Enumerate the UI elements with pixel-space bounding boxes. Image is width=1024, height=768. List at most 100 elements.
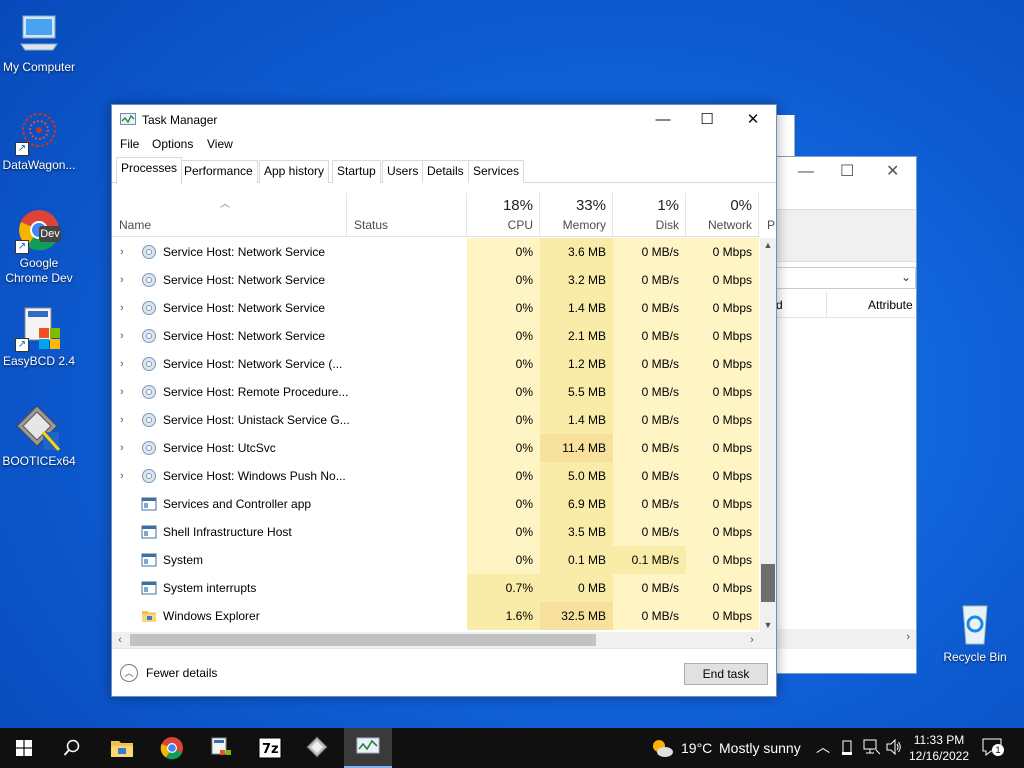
windows-logo-icon	[16, 740, 32, 756]
process-row[interactable]: Windows Explorer 1.6% 32.5 MB 0 MB/s 0 Mbps	[112, 602, 760, 630]
column-header-memory[interactable]: 33% Memory	[540, 193, 613, 237]
desktop-icon-my-computer[interactable]: My Computer	[0, 10, 78, 75]
horizontal-scroll-thumb[interactable]	[130, 634, 596, 646]
shortcut-arrow-icon: ↗	[15, 142, 29, 156]
scroll-down-icon[interactable]: ▼	[760, 620, 776, 630]
process-row[interactable]: › Service Host: Windows Push No... 0% 5.0 M…	[112, 462, 760, 490]
process-network-cell: 0 Mbps	[686, 266, 759, 294]
tab-app-history[interactable]: App history	[259, 160, 330, 183]
desktop-icon-bootice[interactable]: BOOTICEx64	[0, 404, 78, 469]
tab-performance[interactable]: Performance	[179, 160, 258, 183]
minimize-button[interactable]: —	[640, 105, 686, 135]
process-row[interactable]: Shell Infrastructure Host 0% 3.5 MB 0 MB/s 0…	[112, 518, 760, 546]
scrollbar-corner	[760, 632, 776, 648]
maximize-button[interactable]: ☐	[684, 105, 730, 135]
tab-processes[interactable]: Processes	[116, 157, 183, 184]
expand-chevron-icon[interactable]: ›	[120, 294, 124, 322]
column-header-partial[interactable]: P	[759, 193, 775, 237]
notification-center-button[interactable]: 1	[982, 738, 1004, 757]
process-row[interactable]: › Service Host: UtcSvc 0% 11.4 MB 0 MB/s 0 Mb…	[112, 434, 760, 462]
tab-startup[interactable]: Startup	[332, 160, 381, 183]
search-button[interactable]	[48, 728, 96, 768]
start-button[interactable]	[0, 728, 48, 768]
close-icon[interactable]: ✕	[886, 161, 899, 181]
expand-chevron-icon[interactable]: ›	[120, 238, 124, 266]
scroll-right-icon[interactable]: ›	[744, 632, 760, 648]
scroll-up-icon[interactable]: ▲	[760, 240, 776, 250]
process-disk-cell: 0 MB/s	[613, 462, 686, 490]
desktop-icon-datawagon[interactable]: ↗ DataWagon...	[0, 108, 78, 173]
menu-options[interactable]: Options	[152, 137, 193, 151]
desktop-icon-easybcd[interactable]: ↗ EasyBCD 2.4	[0, 304, 78, 369]
process-row[interactable]: › Service Host: Network Service 0% 1.4 MB 0 …	[112, 294, 760, 322]
window-title: Task Manager	[142, 113, 218, 127]
process-row[interactable]: › Service Host: Remote Procedure... 0% 5.5 …	[112, 378, 760, 406]
expand-chevron-icon[interactable]: ›	[120, 462, 124, 490]
process-memory-cell: 11.4 MB	[540, 434, 613, 462]
process-network-cell: 0 Mbps	[686, 378, 759, 406]
desktop-icon-chrome-dev[interactable]: Dev ↗ Google Chrome Dev	[0, 206, 78, 286]
task-manager-window[interactable]: Task Manager — ☐ ✕ File Options View Pro…	[111, 104, 777, 697]
maximize-icon[interactable]: ☐	[840, 161, 854, 181]
taskbar: 7z 19°C Mostly sunny ︿ 11:33 PM 12/16/20…	[0, 728, 1024, 768]
memory-total: 33%	[575, 197, 606, 214]
vertical-scrollbar[interactable]: ▲ ▼	[760, 238, 776, 632]
scroll-left-icon[interactable]: ‹	[112, 632, 128, 648]
vertical-scroll-thumb[interactable]	[761, 564, 775, 602]
process-row[interactable]: System interrupts 0.7% 0 MB 0 MB/s 0 Mbps	[112, 574, 760, 602]
expand-chevron-icon[interactable]: ›	[120, 434, 124, 462]
desktop-icon-label: DataWagon...	[2, 158, 76, 172]
close-button[interactable]: ✕	[730, 105, 776, 135]
scroll-right-icon[interactable]: ›	[906, 631, 910, 643]
show-hidden-icons-chevron-icon[interactable]: ︿	[816, 737, 830, 757]
column-header-status[interactable]: Status	[347, 193, 467, 237]
taskbar-easybcd[interactable]	[196, 728, 244, 768]
expand-chevron-icon[interactable]: ›	[120, 266, 124, 294]
clock[interactable]: 11:33 PM 12/16/2022	[904, 732, 974, 764]
minimize-icon[interactable]: —	[798, 163, 814, 181]
titlebar[interactable]: Task Manager — ☐ ✕	[112, 105, 776, 135]
taskbar-task-manager[interactable]	[344, 728, 392, 768]
usb-drive-icon[interactable]	[840, 740, 854, 756]
expand-chevron-icon[interactable]: ›	[120, 350, 124, 378]
column-header-name[interactable]: ︿ Name	[112, 193, 347, 237]
process-memory-cell: 3.6 MB	[540, 238, 613, 266]
tab-users[interactable]: Users	[382, 160, 424, 183]
desktop-icon-recycle-bin[interactable]: Recycle Bin	[936, 600, 1014, 665]
process-row[interactable]: › Service Host: Network Service (... 0% 1.2…	[112, 350, 760, 378]
column-header-cpu[interactable]: 18% CPU	[467, 193, 540, 237]
tab-services[interactable]: Services	[468, 160, 525, 183]
menu-view[interactable]: View	[207, 137, 233, 151]
process-row[interactable]: › Service Host: Network Service 0% 3.6 MB 0 …	[112, 238, 760, 266]
chrome-dev-icon	[160, 737, 183, 760]
process-row[interactable]: › Service Host: Unistack Service G... 0% 1.…	[112, 406, 760, 434]
column-header-disk[interactable]: 1% Disk	[613, 193, 686, 237]
process-row[interactable]: › Service Host: Network Service 0% 3.2 MB 0 …	[112, 266, 760, 294]
background-window[interactable]: — ☐ ✕ ⌄ d Attribute ›	[775, 156, 917, 674]
process-row[interactable]: Services and Controller app 0% 6.9 MB 0 MB/…	[112, 490, 760, 518]
taskbar-chrome-dev[interactable]	[148, 728, 196, 768]
menu-file[interactable]: File	[120, 137, 139, 151]
end-task-button[interactable]: End task	[684, 663, 768, 685]
background-window-titlebar[interactable]: — ☐ ✕	[776, 157, 916, 209]
background-window-hscroll[interactable]: ›	[776, 629, 916, 649]
column-header-attribute[interactable]: Attribute	[868, 298, 913, 312]
process-name: System	[163, 553, 204, 567]
tab-details[interactable]: Details	[422, 160, 469, 183]
process-row[interactable]: System 0% 0.1 MB 0.1 MB/s 0 Mbps	[112, 546, 760, 574]
column-header-network[interactable]: 0% Network	[686, 193, 759, 237]
volume-icon[interactable]	[886, 739, 902, 755]
taskbar-7zip[interactable]: 7z	[246, 728, 294, 768]
taskbar-bootice[interactable]	[294, 728, 342, 768]
expand-chevron-icon[interactable]: ›	[120, 322, 124, 350]
expand-chevron-icon[interactable]: ›	[120, 406, 124, 434]
network-icon[interactable]	[863, 739, 881, 755]
process-row[interactable]: › Service Host: Network Service 0% 2.1 MB 0 …	[112, 322, 760, 350]
process-network-cell: 0 Mbps	[686, 322, 759, 350]
expand-chevron-icon[interactable]: ›	[120, 378, 124, 406]
horizontal-scrollbar[interactable]: ‹ ›	[112, 632, 760, 648]
background-window-dropdown[interactable]: ⌄	[776, 267, 916, 289]
process-network-cell: 0 Mbps	[686, 350, 759, 378]
process-memory-cell: 5.5 MB	[540, 378, 613, 406]
taskbar-file-explorer[interactable]	[98, 728, 146, 768]
